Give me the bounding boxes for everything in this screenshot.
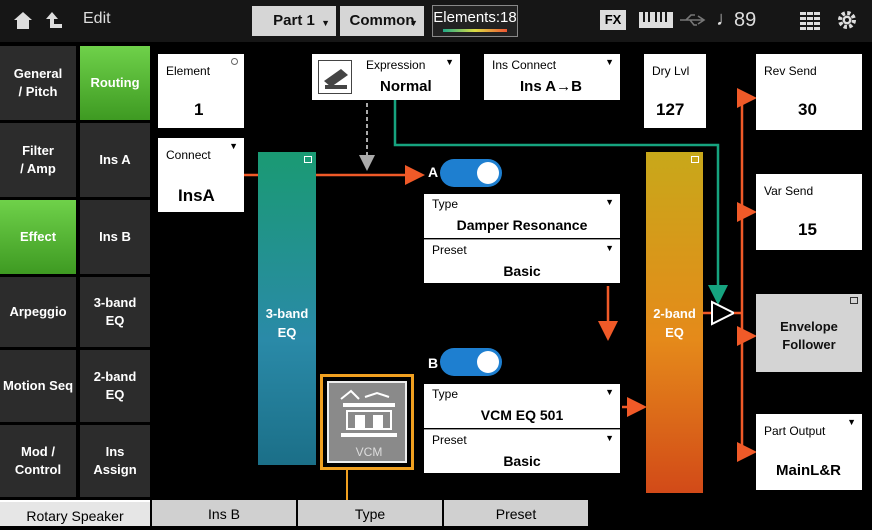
dropdown-arrow-icon: ▼ [605,387,614,397]
element-selector[interactable]: Element 1 [158,54,244,128]
dropdown-arrow-icon: ▼ [847,417,856,427]
dry-level-label: Dry Lvl [652,64,690,78]
vcm-button[interactable]: VCM [320,374,414,470]
bottom-tab-preset[interactable]: Preset [444,500,588,526]
expression-selector[interactable]: Expression ▼ Normal [312,54,460,100]
part-output-value: MainL&R [776,462,841,479]
ins-a-type-label: Type [432,197,459,211]
pedal-icon [318,60,352,94]
dropdown-arrow-icon: ▼ [605,433,614,443]
ins-a-preset-label: Preset [432,243,467,257]
2band-eq-block[interactable]: 2-band EQ [646,152,703,493]
toggle-knob [477,351,499,373]
bottom-tab-type[interactable]: Type [298,500,442,526]
toggle-knob [477,162,499,184]
ins-a-preset-selector[interactable]: Preset ▼ Basic [424,239,620,283]
ins-a-preset-value: Basic [503,263,541,279]
part-output-selector[interactable]: Part Output ▼ MainL&R [756,414,862,490]
ins-b-toggle[interactable] [440,348,502,376]
connect-label: Connect [166,148,211,162]
var-send-value: 15 [798,220,817,239]
vcm-building-icon [340,389,397,437]
expression-label: Expression [366,58,426,72]
dry-level-value: 127 [656,100,685,119]
part-output-label: Part Output [764,424,826,438]
3band-eq-block[interactable]: 3-band EQ [258,152,316,465]
ins-connect-label: Ins Connect [492,58,557,72]
rev-send-label: Rev Send [764,64,817,78]
ins-a-switch-label: A [428,164,439,180]
2band-eq-label: 2-band EQ [653,306,696,340]
vcm-label: VCM [355,445,383,459]
popup-icon [850,297,858,304]
ins-b-type-selector[interactable]: Type ▼ VCM EQ 501 [424,384,620,428]
ins-a-type-selector[interactable]: Type ▼ Damper Resonance [424,194,620,238]
dropdown-arrow-icon: ▼ [605,197,614,207]
element-indicator-icon [231,58,238,65]
element-label: Element [166,64,211,78]
bottom-tab-ins-b[interactable]: Ins B [152,500,296,526]
ins-b-type-label: Type [432,387,459,401]
popup-icon [304,156,312,163]
connect-selector[interactable]: Connect ▼ InsA [158,138,244,212]
ins-a-type-value: Damper Resonance [456,217,588,233]
bottom-tab-rotary-speaker[interactable]: Rotary Speaker [0,500,150,526]
dropdown-arrow-icon: ▼ [605,243,614,253]
vcm-inner: VCM [327,381,407,463]
connect-value: InsA [178,186,215,205]
rev-send-value: 30 [798,100,817,119]
ins-b-preset-label: Preset [432,433,467,447]
var-send-control[interactable]: Var Send 15 [756,174,862,250]
rev-send-control[interactable]: Rev Send 30 [756,54,862,130]
ins-b-type-value: VCM EQ 501 [480,407,564,423]
ins-b-switch-label: B [428,355,439,371]
dry-level-control[interactable]: Dry Lvl 127 [644,54,706,128]
dropdown-arrow-icon: ▼ [445,57,454,67]
envelope-follower-button[interactable]: Envelope Follower [756,294,862,372]
element-value: 1 [194,100,204,119]
var-send-label: Var Send [764,184,814,198]
ins-connect-value: Ins A→B [520,78,582,95]
ins-b-preset-selector[interactable]: Preset ▼ Basic [424,429,620,473]
3band-eq-label: 3-band EQ [265,306,309,340]
ins-b-preset-value: Basic [503,453,541,469]
dropdown-arrow-icon: ▼ [229,141,238,151]
dropdown-arrow-icon: ▼ [605,57,614,67]
ins-a-toggle[interactable] [440,159,502,187]
popup-icon [691,156,699,163]
expression-value: Normal [380,78,432,95]
envelope-follower-label: Envelope Follower [780,319,838,353]
ins-connect-selector[interactable]: Ins Connect ▼ Ins A→B [484,54,620,100]
